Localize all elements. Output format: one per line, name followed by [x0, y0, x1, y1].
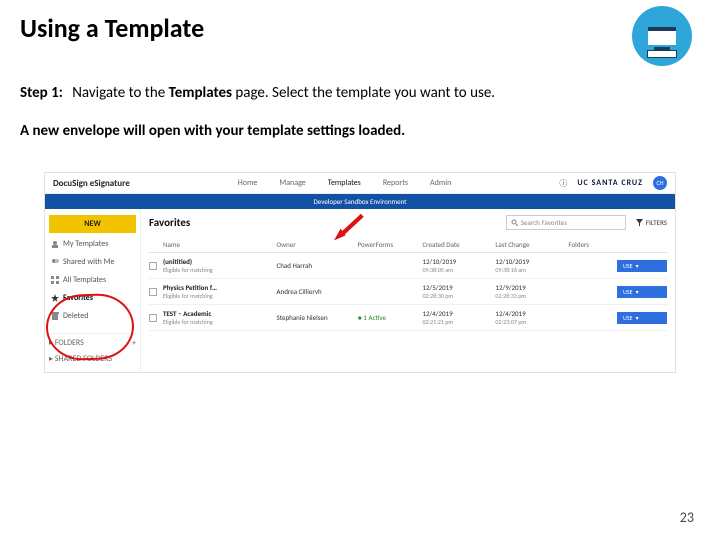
filters-button[interactable]: FILTERS: [636, 218, 667, 227]
add-folder-button[interactable]: +: [132, 338, 136, 348]
sidebar-item-my-templates[interactable]: My Templates: [49, 237, 136, 251]
sidebar-item-favorites[interactable]: Favorites: [49, 291, 136, 305]
nav-home[interactable]: Home: [238, 178, 258, 188]
trash-icon: [51, 312, 59, 320]
sidebar-folders[interactable]: ▸ FOLDERS +: [49, 333, 136, 348]
sidebar-item-shared[interactable]: Shared with Me: [49, 255, 136, 269]
new-button[interactable]: NEW: [49, 215, 136, 233]
main-heading: Favorites: [149, 216, 190, 229]
top-nav: Home Manage Templates Reports Admin: [238, 178, 452, 188]
nav-admin[interactable]: Admin: [430, 178, 451, 188]
help-icon[interactable]: ⓘ: [559, 178, 567, 189]
star-icon: [51, 294, 59, 302]
chevron-down-icon: ▾: [636, 288, 639, 296]
avatar[interactable]: CH: [653, 176, 667, 190]
use-button[interactable]: USE▾: [617, 286, 667, 298]
page-number: 23: [680, 509, 694, 526]
nav-templates[interactable]: Templates: [328, 178, 361, 188]
table-row[interactable]: Physics Petition f…Eligible for matching…: [149, 279, 667, 305]
step-label: Step 1:: [20, 84, 63, 102]
sidebar-item-all[interactable]: All Templates: [49, 273, 136, 287]
nav-reports[interactable]: Reports: [383, 178, 408, 188]
org-label: UC SANTA CRUZ: [577, 178, 643, 188]
page-title: Using a Template: [20, 12, 700, 44]
checkbox[interactable]: [149, 288, 157, 296]
sidebar-shared-folders[interactable]: ▸ SHARED FOLDERS: [49, 352, 136, 366]
computer-icon: [632, 6, 692, 66]
chevron-down-icon: ▾: [636, 314, 639, 322]
checkbox[interactable]: [149, 314, 157, 322]
checkbox[interactable]: [149, 262, 157, 270]
search-input[interactable]: Search Favorites: [506, 215, 626, 230]
grid-icon: [51, 276, 59, 284]
user-icon: [51, 240, 59, 248]
table-row[interactable]: (unititled)Eligible for matching Chad Ha…: [149, 253, 667, 279]
brand-label: DocuSign eSignature: [53, 178, 130, 189]
main-panel: Favorites Search Favorites FILTERS Name …: [141, 209, 675, 372]
chevron-down-icon: ▾: [636, 262, 639, 270]
app-screenshot: DocuSign eSignature Home Manage Template…: [44, 172, 676, 373]
result-text: A new envelope will open with your templ…: [20, 122, 700, 140]
filter-icon: [636, 219, 643, 226]
nav-manage[interactable]: Manage: [279, 178, 305, 188]
step-instruction: Step 1: Navigate to the Templates page. …: [20, 84, 700, 102]
table-header: Name Owner PowerForms Created Date Last …: [149, 236, 667, 253]
search-icon: [511, 219, 518, 226]
table-row[interactable]: TEST – AcademicEligible for matching Ste…: [149, 305, 667, 331]
sidebar-item-deleted[interactable]: Deleted: [49, 309, 136, 323]
use-button[interactable]: USE▾: [617, 312, 667, 324]
app-topbar: DocuSign eSignature Home Manage Template…: [45, 173, 675, 194]
env-banner: Developer Sandbox Environment: [45, 194, 675, 209]
sidebar: NEW My Templates Shared with Me All Temp…: [45, 209, 141, 372]
use-button[interactable]: USE▾: [617, 260, 667, 272]
users-icon: [51, 258, 59, 266]
